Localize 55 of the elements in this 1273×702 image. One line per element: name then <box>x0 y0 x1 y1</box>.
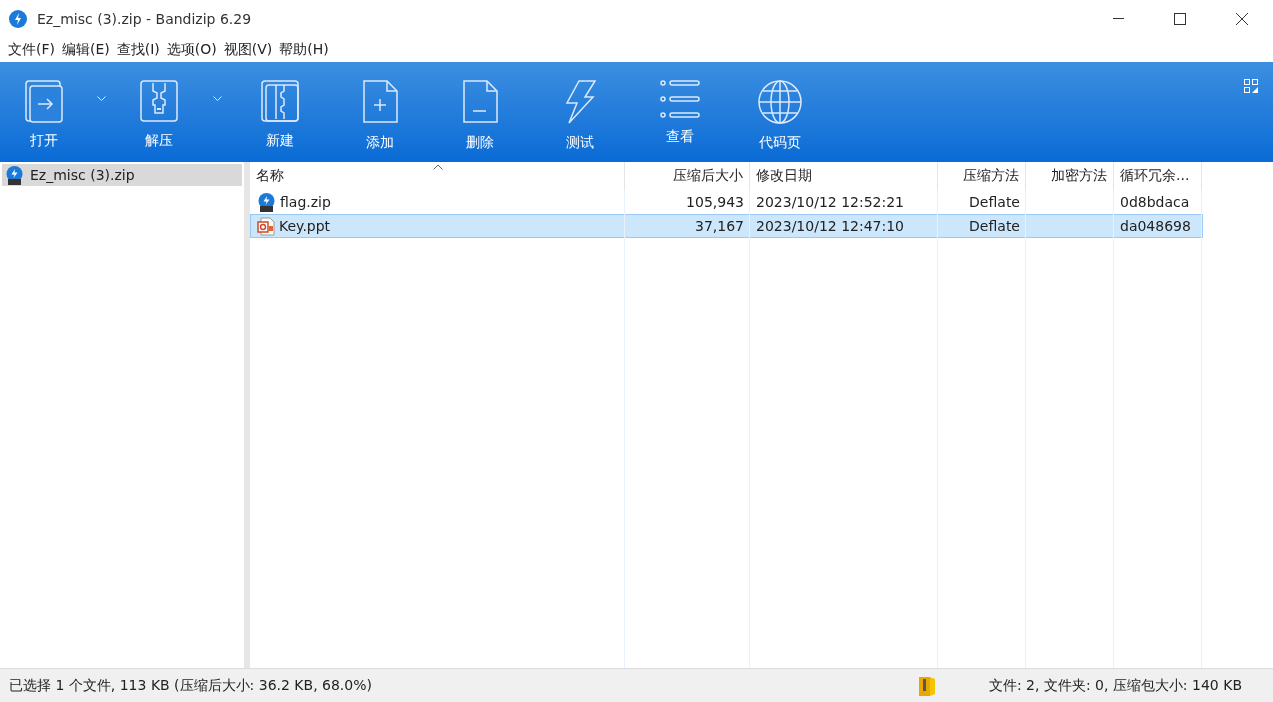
toolbar-button[interactable]: 打开 <box>0 62 88 162</box>
list-icon <box>659 79 701 119</box>
layout-icon[interactable] <box>1244 79 1258 93</box>
window-title: Ez_misc (3).zip - Bandizip 6.29 <box>37 10 253 27</box>
menu-item[interactable]: 帮助(H) <box>275 40 333 59</box>
toolbar-button[interactable]: 添加 <box>330 62 430 162</box>
table-cell-text: 2023/10/12 12:47:10 <box>755 218 906 234</box>
archive-icon <box>916 674 937 697</box>
menu-item[interactable]: 视图(V) <box>219 40 277 59</box>
open-file-icon <box>24 79 64 123</box>
zip-file-icon <box>257 192 276 212</box>
remove-file-icon <box>461 79 499 125</box>
app-logo-icon <box>9 9 27 28</box>
table-cell-text: 0d8bdaca <box>1119 194 1191 210</box>
sidebar-item[interactable]: Ez_misc (3).zip <box>2 164 242 186</box>
menu-item[interactable]: 文件(F) <box>4 40 59 59</box>
zip-file-icon <box>5 165 24 185</box>
table-cell-text: 37,167 <box>694 218 745 234</box>
file-row[interactable]: Key.ppt 37,167 2023/10/12 12:47:10 Deflate da048698 <box>250 214 1203 238</box>
toolbar-button[interactable]: 测试 <box>530 62 630 162</box>
column-header[interactable]: 名称 <box>250 162 625 190</box>
toolbar-button[interactable]: 查看 <box>630 62 730 162</box>
archive-name: Ez_misc (3).zip <box>30 167 135 183</box>
table-cell-text: 105,943 <box>685 194 745 210</box>
file-name: Key.ppt <box>279 218 331 234</box>
table-cell-text: da048698 <box>1119 218 1192 234</box>
table-cell-text: 2023/10/12 12:52:21 <box>755 194 906 210</box>
globe-icon <box>757 79 803 125</box>
presentation-file-icon <box>257 216 275 236</box>
menu-item[interactable]: 查找(I) <box>112 40 164 59</box>
caret-icon <box>212 96 222 101</box>
table-cell-text: Deflate <box>968 218 1021 234</box>
add-file-icon <box>361 79 399 125</box>
column-header[interactable]: 循环冗余... <box>1114 162 1202 190</box>
column-header[interactable]: 修改日期 <box>750 162 938 190</box>
selection-summary: 已选择 1 个文件, 113 KB (压缩后大小: 36.2 KB, 68.0%) <box>9 676 373 695</box>
toolbar-button[interactable]: 删除 <box>430 62 530 162</box>
column-header[interactable]: 压缩方法 <box>938 162 1026 190</box>
caret-icon <box>96 96 106 101</box>
minimize-icon <box>1112 17 1124 20</box>
toolbar-button[interactable]: 新建 <box>230 62 330 162</box>
file-row[interactable]: flag.zip 105,943 2023/10/12 12:52:21 Deflate 0d8bdaca <box>250 190 1203 214</box>
zipper-icon <box>260 79 300 123</box>
menu-item[interactable]: 选项(O) <box>162 40 221 59</box>
toolbar-button[interactable]: 解压 <box>114 62 204 162</box>
column-header[interactable]: 压缩后大小 <box>625 162 750 190</box>
close-icon <box>1236 12 1248 25</box>
toolbar-button[interactable]: 代码页 <box>730 62 830 162</box>
column-header[interactable]: 加密方法 <box>1026 162 1114 190</box>
archive-summary: 文件: 2, 文件夹: 0, 压缩包大小: 140 KB <box>988 676 1242 695</box>
file-name: flag.zip <box>280 194 331 210</box>
table-cell-text: Deflate <box>968 194 1021 210</box>
zipper-icon <box>139 79 179 123</box>
menu-item[interactable]: 编辑(E) <box>58 40 114 59</box>
maximize-icon <box>1174 12 1186 25</box>
